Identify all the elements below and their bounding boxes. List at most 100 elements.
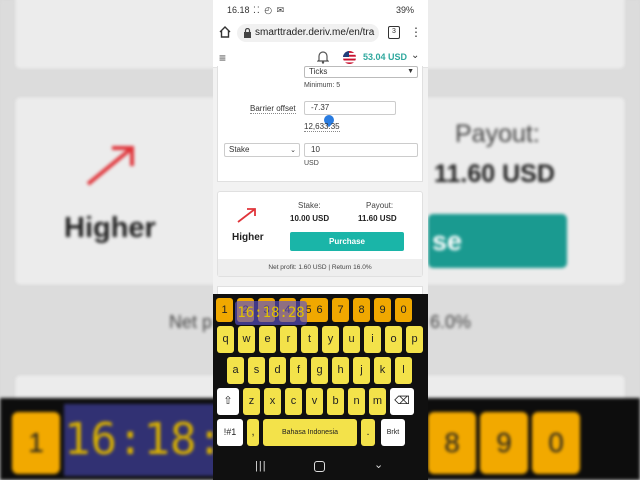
nav-home-icon[interactable] (314, 461, 325, 472)
letter-row-2: a s d f g h j k l (213, 357, 428, 385)
backspace-key[interactable]: ⌫ (390, 388, 414, 415)
bg-payout-value: 11.60 USD (434, 160, 555, 188)
recent-apps-icon[interactable]: ||| (255, 460, 267, 472)
key-letter[interactable]: z (243, 388, 260, 415)
bg-clock-overlay: 16:18:2 (64, 404, 249, 476)
period-key[interactable]: . (361, 419, 375, 446)
enter-key[interactable]: Brkt (381, 419, 405, 446)
rise-arrow-icon (237, 208, 256, 223)
comma-key[interactable]: , (247, 419, 259, 446)
next-panel-edge (217, 286, 423, 294)
key-letter[interactable]: h (332, 357, 349, 384)
us-flag-icon[interactable] (343, 51, 356, 64)
key-letter[interactable]: n (348, 388, 365, 415)
key-letter[interactable]: f (290, 357, 307, 384)
tabs-count-button[interactable]: 3 (388, 26, 400, 39)
purchase-button[interactable]: Purchase (290, 232, 404, 251)
key-letter[interactable]: e (259, 326, 276, 353)
chevron-down-icon: ⌄ (290, 147, 296, 154)
key-number[interactable]: 1 (216, 298, 233, 322)
home-icon[interactable] (219, 26, 231, 38)
key-number[interactable]: 7 (332, 298, 349, 322)
notification-icons: ⁚⁚ ◴ ✉ (253, 5, 286, 15)
key-letter[interactable]: w (238, 326, 255, 353)
on-screen-keyboard: 1 2 3 4 5 6 7 8 9 0 16:18:28 q w e r t y… (213, 294, 428, 452)
barrier-offset-input[interactable]: -7.37 (304, 101, 396, 115)
key-letter[interactable]: q (217, 326, 234, 353)
phone-screen: 16.18 ⁚⁚ ◴ ✉ 39% smarttrader.deriv.me/en… (213, 0, 428, 480)
key-letter[interactable]: v (306, 388, 323, 415)
chevron-down-icon: ▼ (407, 68, 414, 75)
bg-key: 1 (12, 412, 60, 474)
address-bar[interactable]: smarttrader.deriv.me/en/tra (237, 24, 379, 42)
stake-type-value: Stake (229, 145, 250, 154)
key-letter[interactable]: l (395, 357, 412, 384)
android-nav-bar: ||| ⌄ (213, 452, 428, 480)
key-letter[interactable]: u (343, 326, 360, 353)
key-number[interactable]: 8 (353, 298, 370, 322)
key-number[interactable]: 9 (374, 298, 391, 322)
bg-key: 0 (532, 412, 580, 474)
key-letter[interactable]: y (322, 326, 339, 353)
bg-arrow-icon (86, 146, 134, 186)
duration-unit-value: Ticks (309, 67, 328, 76)
key-letter[interactable]: c (285, 388, 302, 415)
stake-amount-input[interactable]: 10 (304, 143, 418, 157)
key-letter[interactable]: m (369, 388, 386, 415)
key-letter[interactable]: d (269, 357, 286, 384)
key-letter[interactable]: i (364, 326, 381, 353)
bg-key: 9 (480, 412, 528, 474)
purchase-card: Higher Stake: 10.00 USD Payout: 11.60 US… (217, 191, 423, 277)
clock-overlay: 16:18:28 (235, 301, 307, 325)
status-bar: 16.18 ⁚⁚ ◴ ✉ 39% (213, 0, 428, 20)
key-letter[interactable]: s (248, 357, 265, 384)
stake-value: 10.00 USD (290, 214, 330, 223)
payout-label: Payout: (366, 201, 394, 210)
currency-label: USD (304, 160, 319, 167)
letter-row-1: q w e r t y u i o p (213, 326, 428, 354)
key-letter[interactable]: g (311, 357, 328, 384)
key-letter[interactable]: j (353, 357, 370, 384)
bg-net-profit-right: 6.0% (430, 312, 472, 332)
contract-type-label: Higher (232, 232, 264, 243)
key-number[interactable]: 0 (395, 298, 412, 322)
status-time: 16.18 (227, 5, 250, 15)
duration-unit-select[interactable]: Ticks ▼ (304, 66, 418, 78)
key-letter[interactable]: t (301, 326, 318, 353)
net-profit-info: Net profit: 1.60 USD | Return 16.0% (218, 259, 422, 276)
app-header: ≡ 53.04 USD ⌄ (213, 46, 428, 68)
bg-net-profit-left: Net p (169, 312, 213, 332)
browser-toolbar: smarttrader.deriv.me/en/tra 3 ⋮ (213, 20, 428, 46)
chevron-down-icon[interactable]: ⌄ (411, 50, 419, 61)
key-letter[interactable]: p (406, 326, 423, 353)
stake-label: Stake: (298, 201, 321, 210)
bg-payout-label: Payout: (455, 120, 540, 148)
symbols-key[interactable]: !#1 (217, 419, 243, 446)
account-balance[interactable]: 53.04 USD (363, 52, 407, 62)
browser-menu-icon[interactable]: ⋮ (410, 25, 422, 39)
key-letter[interactable]: r (280, 326, 297, 353)
key-number[interactable]: 6 (311, 298, 328, 322)
battery-level: 39% (395, 5, 414, 15)
barrier-offset-label: Barrier offset (250, 104, 296, 114)
payout-value: 11.60 USD (358, 214, 397, 223)
bg-purchase-button: se (428, 214, 567, 268)
shift-key[interactable]: ⇧ (217, 388, 239, 415)
bottom-key-row: !#1 , Bahasa Indonesia . Brkt (213, 419, 428, 447)
lock-icon (244, 28, 251, 38)
notification-bell-icon[interactable] (317, 50, 329, 64)
key-letter[interactable]: o (385, 326, 402, 353)
space-key[interactable]: Bahasa Indonesia (263, 419, 357, 446)
nav-back-icon[interactable]: ⌄ (374, 458, 383, 471)
key-letter[interactable]: b (327, 388, 344, 415)
bg-key: 8 (428, 412, 476, 474)
stake-type-select[interactable]: Stake ⌄ (224, 143, 300, 157)
screen: Higher Payout: 11.60 USD se Net p 6.0% 1… (0, 0, 640, 480)
bg-higher-text: Higher (64, 212, 156, 244)
key-letter[interactable]: x (264, 388, 281, 415)
trade-form-panel: Ticks ▼ Minimum: 5 Barrier offset -7.37 … (217, 66, 423, 182)
hamburger-menu-icon[interactable]: ≡ (219, 51, 226, 65)
key-letter[interactable]: k (374, 357, 391, 384)
key-letter[interactable]: a (227, 357, 244, 384)
letter-row-3: ⇧ z x c v b n m ⌫ (213, 388, 428, 416)
